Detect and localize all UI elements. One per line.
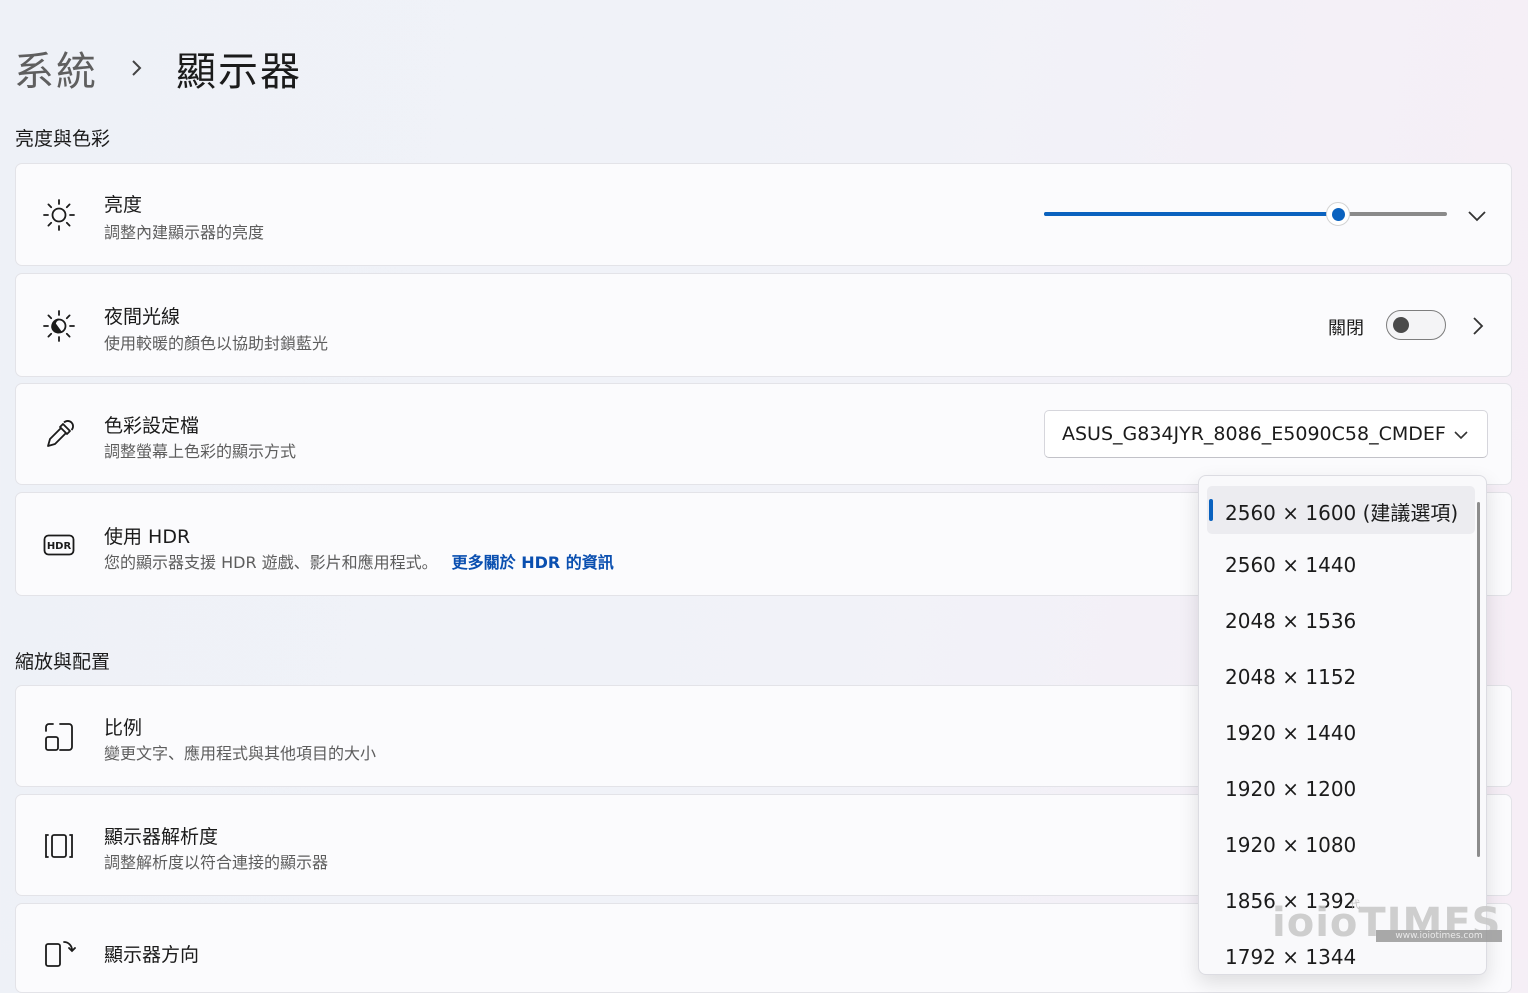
watermark-tag: 代 [1350, 900, 1360, 911]
chevron-down-icon[interactable] [1465, 204, 1489, 228]
toggle-knob [1393, 317, 1409, 333]
resolution-option[interactable]: 2048 × 1536 [1207, 598, 1475, 646]
resolution-option[interactable]: 1920 × 1440 [1207, 710, 1475, 758]
resolution-option[interactable]: 1920 × 1080 [1207, 822, 1475, 870]
svg-text:HDR: HDR [47, 541, 72, 552]
night-light-desc: 使用較暖的顏色以協助封鎖藍光 [104, 334, 329, 353]
orientation-icon [42, 936, 76, 970]
resolution-option[interactable]: 2048 × 1152 [1207, 654, 1475, 702]
resolution-icon [42, 829, 76, 863]
color-profile-desc: 調整螢幕上色彩的顯示方式 [104, 442, 297, 461]
orientation-title: 顯示器方向 [104, 944, 200, 966]
resolution-title: 顯示器解析度 [104, 826, 219, 848]
page-title: 顯示器 [176, 49, 302, 95]
sun-icon [42, 198, 76, 232]
hdr-info-link[interactable]: 更多關於 HDR 的資訊 [452, 553, 614, 572]
hdr-title: 使用 HDR [104, 526, 191, 548]
watermark-logo: ioioTIMES 代 www.ioiotimes.com [1272, 892, 1507, 950]
night-light-title: 夜間光線 [104, 306, 181, 328]
night-light-toggle[interactable] [1386, 310, 1446, 340]
night-light-state: 關閉 [1328, 318, 1364, 339]
night-light-icon [42, 309, 76, 343]
hdr-icon: HDR [42, 528, 76, 562]
color-profile-card: 色彩設定檔 調整螢幕上色彩的顯示方式 ASUS_G834JYR_8086_E50… [15, 383, 1512, 485]
slider-fill [1044, 212, 1339, 216]
resolution-option-label: 1920 × 1440 [1225, 721, 1357, 745]
resolution-option[interactable]: 2560 × 1600 (建議選項) [1207, 486, 1475, 534]
scale-icon [42, 720, 76, 754]
night-light-card[interactable]: 夜間光線 使用較暖的顏色以協助封鎖藍光 關閉 [15, 273, 1512, 377]
section-title-brightness-color: 亮度與色彩 [15, 128, 111, 150]
resolution-option[interactable]: 1920 × 1200 [1207, 766, 1475, 814]
resolution-option-label: 2048 × 1152 [1225, 665, 1357, 689]
breadcrumb: 系統 顯示器 [14, 38, 302, 98]
resolution-option-label: 2560 × 1440 [1225, 553, 1357, 577]
hdr-desc-text: 您的顯示器支援 HDR 遊戲、影片和應用程式。 [104, 553, 438, 572]
brightness-title: 亮度 [104, 194, 143, 216]
brightness-slider[interactable] [1044, 202, 1447, 226]
breadcrumb-parent[interactable]: 系統 [14, 39, 98, 97]
scale-title: 比例 [104, 717, 143, 739]
resolution-desc: 調整解析度以符合連接的顯示器 [104, 853, 329, 872]
selection-indicator [1209, 499, 1213, 521]
resolution-option-label: 2560 × 1600 (建議選項) [1225, 501, 1459, 525]
chevron-right-icon[interactable] [1466, 314, 1490, 338]
brightness-desc: 調整內建顯示器的亮度 [104, 223, 265, 242]
eyedropper-icon [42, 418, 76, 452]
color-profile-title: 色彩設定檔 [104, 415, 200, 437]
color-profile-value: ASUS_G834JYR_8086_E5090C58_CMDEF [1062, 423, 1446, 445]
resolution-option-label: 1920 × 1200 [1225, 777, 1357, 801]
slider-thumb[interactable] [1326, 202, 1351, 226]
color-profile-select[interactable]: ASUS_G834JYR_8086_E5090C58_CMDEF [1044, 410, 1488, 458]
brightness-card: 亮度 調整內建顯示器的亮度 [15, 163, 1512, 266]
chevron-down-icon [1449, 423, 1473, 447]
resolution-option-label: 2048 × 1536 [1225, 609, 1357, 633]
hdr-desc: 您的顯示器支援 HDR 遊戲、影片和應用程式。 更多關於 HDR 的資訊 [104, 549, 614, 573]
scale-desc: 變更文字、應用程式與其他項目的大小 [104, 744, 377, 763]
resolution-option-label: 1920 × 1080 [1225, 833, 1357, 857]
resolution-option[interactable]: 2560 × 1440 [1207, 542, 1475, 590]
section-title-scale-layout: 縮放與配置 [15, 651, 111, 673]
chevron-right-icon [120, 51, 154, 85]
dropdown-scrollbar[interactable] [1477, 502, 1480, 857]
watermark-url: www.ioiotimes.com [1376, 930, 1502, 942]
